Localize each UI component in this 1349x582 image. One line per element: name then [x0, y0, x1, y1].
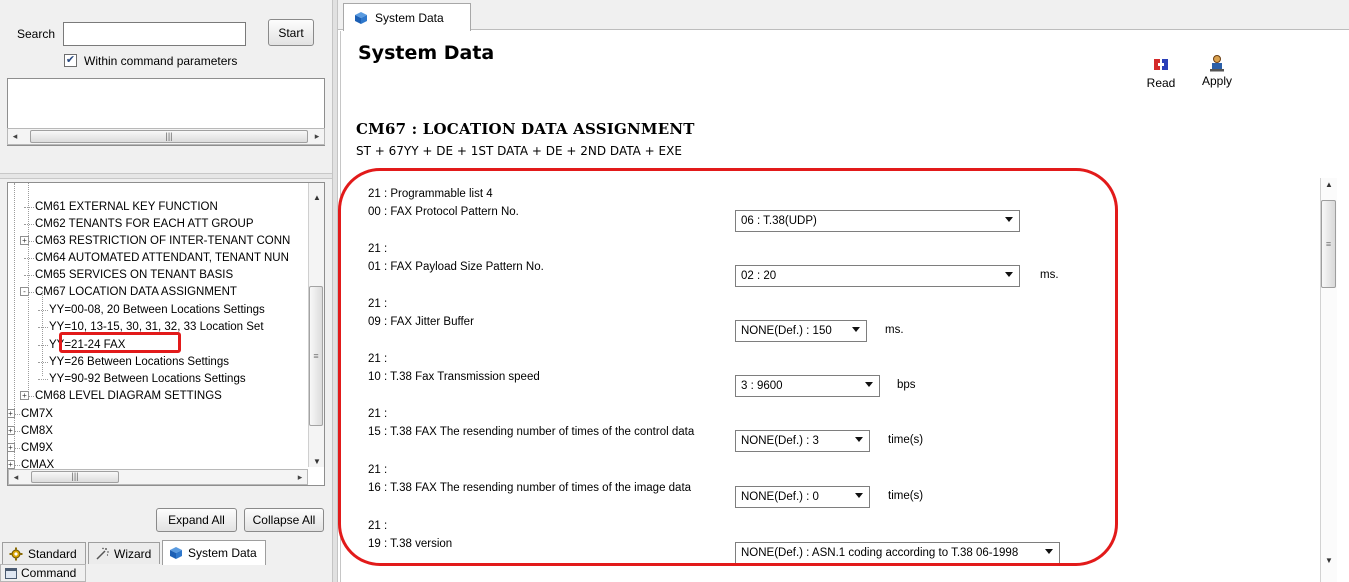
cube-icon [170, 547, 182, 559]
tree-connector [38, 310, 48, 311]
scroll-down-icon[interactable]: ▼ [309, 455, 325, 469]
collapse-all-button[interactable]: Collapse All [244, 508, 324, 532]
tab-system-data-editor[interactable]: System Data [343, 3, 471, 31]
tree-item[interactable]: CM67 LOCATION DATA ASSIGNMENT [35, 285, 237, 299]
tree-guide-line [28, 183, 29, 398]
tree-connector [24, 275, 34, 276]
scroll-thumb[interactable]: ||| [30, 130, 308, 143]
scroll-left-icon[interactable]: ◂ [8, 129, 22, 144]
command-label: Command [21, 566, 77, 580]
tree-item[interactable]: CM68 LEVEL DIAGRAM SETTINGS [35, 389, 222, 403]
annotation-region-outline [338, 168, 1118, 566]
tree-item[interactable]: CM8X [21, 424, 53, 438]
tree-item[interactable]: CM65 SERVICES ON TENANT BASIS [35, 268, 233, 282]
read-icon [1154, 59, 1168, 70]
scroll-up-icon[interactable]: ▲ [1321, 178, 1337, 192]
tree-item[interactable]: YY=00-08, 20 Between Locations Settings [49, 303, 265, 317]
left-tab-bar: Standard Wizard System Data [0, 540, 332, 565]
within-command-parameters-checkbox[interactable]: ✔ [64, 54, 77, 67]
right-tab-bar [338, 0, 1349, 30]
command-bar[interactable]: Command [0, 564, 86, 582]
start-button[interactable]: Start [268, 19, 314, 46]
tree-item[interactable]: CM62 TENANTS FOR EACH ATT GROUP [35, 217, 254, 231]
tab-system-data-label: System Data [188, 546, 257, 560]
tab-standard[interactable]: Standard [2, 542, 86, 564]
tab-wizard-label: Wizard [114, 546, 152, 561]
command-title: CM67 : LOCATION DATA ASSIGNMENT [356, 120, 695, 138]
cube-icon [355, 11, 367, 24]
results-horizontal-scrollbar[interactable]: ◂ ||| ▸ [7, 128, 325, 145]
tree-item[interactable]: CM63 RESTRICTION OF INTER-TENANT CONN [35, 234, 290, 248]
scroll-down-icon[interactable]: ▼ [1321, 554, 1337, 568]
tab-wizard[interactable]: Wizard [88, 542, 160, 564]
search-input[interactable] [63, 22, 246, 46]
scroll-right-icon[interactable]: ▸ [310, 129, 324, 144]
read-button[interactable]: Read [1141, 56, 1181, 90]
wand-icon [96, 547, 109, 560]
command-formula: ST + 67YY + DE + 1ST DATA + DE + 2ND DAT… [356, 144, 682, 158]
panel-splitter[interactable] [0, 173, 332, 179]
terminal-icon [5, 567, 17, 579]
expand-all-button[interactable]: Expand All [156, 508, 237, 532]
tree-horizontal-scrollbar[interactable]: ◂ ||| ▸ [8, 469, 308, 485]
tree-item[interactable]: CM9X [21, 441, 53, 455]
scroll-thumb[interactable]: ||| [31, 471, 119, 483]
apply-button[interactable]: Apply [1197, 54, 1237, 88]
tree-item[interactable]: YY=26 Between Locations Settings [49, 355, 229, 369]
tree-connector [38, 327, 48, 328]
tree-item[interactable]: CM61 EXTERNAL KEY FUNCTION [35, 200, 218, 214]
tree-guide-line [14, 183, 15, 483]
apply-label: Apply [1201, 74, 1233, 88]
scroll-left-icon[interactable]: ◂ [9, 470, 23, 484]
gear-icon [9, 547, 23, 560]
tree-connector [38, 379, 48, 380]
tree-item[interactable]: CM7X [21, 407, 53, 421]
within-command-parameters-label: Within command parameters [84, 54, 238, 68]
tree-connector [24, 207, 34, 208]
tree-connector [24, 258, 34, 259]
scroll-up-icon[interactable]: ▲ [309, 191, 325, 205]
tab-standard-label: Standard [28, 546, 77, 561]
tab-label: System Data [375, 10, 444, 25]
tree-item[interactable]: YY=90-92 Between Locations Settings [49, 372, 246, 386]
tab-system-data[interactable]: System Data [162, 540, 266, 565]
left-panel: Search Start ✔ Within command parameters… [0, 0, 332, 582]
tree-scroll-thumb[interactable]: ≡ [309, 286, 323, 426]
tree-guide-line [42, 291, 43, 376]
page-title: System Data [358, 42, 495, 64]
scroll-right-icon[interactable]: ▸ [293, 470, 307, 484]
content-scroll-thumb[interactable]: ≡ [1321, 200, 1336, 288]
search-label: Search [17, 27, 56, 41]
read-label: Read [1146, 76, 1176, 90]
tree-connector [38, 362, 48, 363]
annotation-highlight-box [59, 332, 181, 353]
tree-connector [38, 345, 48, 346]
tree-item[interactable]: CM64 AUTOMATED ATTENDANT, TENANT NUN [35, 251, 289, 265]
tree-connector [24, 224, 34, 225]
apply-icon [1210, 55, 1224, 72]
